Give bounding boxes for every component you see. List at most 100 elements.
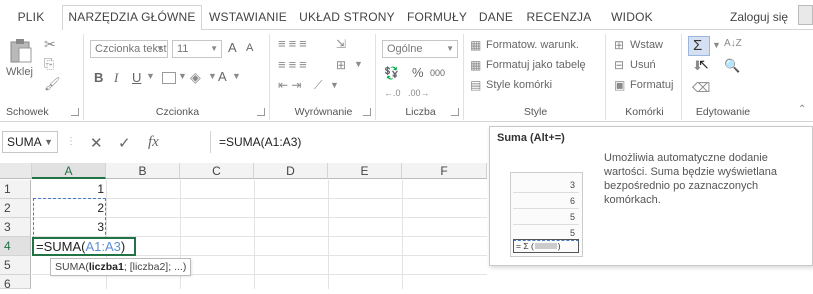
formula-prefix: =SUMA( (36, 239, 86, 254)
number-launcher-icon[interactable] (451, 108, 459, 116)
wrap-text-icon[interactable]: ⇲ (336, 37, 346, 51)
styles-group: ▦ Formatow. warunk. ▦ Formatuj jako tabe… (466, 34, 606, 120)
underline-button[interactable]: U (132, 70, 141, 85)
tab-page-layout[interactable]: UKŁAD STRONY (294, 6, 400, 30)
chevron-down-icon: ▼ (156, 44, 164, 53)
tab-home[interactable]: NARZĘDZIA GŁÓWNE (62, 5, 202, 31)
font-launcher-icon[interactable] (257, 108, 265, 116)
tab-review[interactable]: RECENZJA (522, 6, 596, 30)
row-header-2[interactable]: 2 (0, 199, 31, 218)
number-format-value: Ogólne (387, 43, 423, 55)
row-header-1[interactable]: 1 (0, 180, 31, 199)
format-cells-icon: ▣ (614, 78, 626, 92)
orientation-icon[interactable]: ⟋ (314, 78, 322, 93)
font-name-dropdown[interactable]: Czcionka tekst ▼ (90, 40, 168, 58)
formula-bar-grip-icon: ⋮ (66, 136, 76, 147)
alignment-group-label: Wyrównanie (294, 106, 353, 118)
row-header-6[interactable]: 6 (0, 275, 31, 291)
row-header-3[interactable]: 3 (0, 218, 31, 237)
user-avatar-icon[interactable] (798, 5, 813, 25)
chevron-down-icon[interactable]: ▼ (146, 71, 155, 81)
autosum-button[interactable]: Σ (688, 36, 710, 56)
column-header-d[interactable]: D (254, 163, 328, 179)
shrink-font-button[interactable]: A (246, 42, 253, 54)
vertical-align-icons[interactable]: ≡≡≡ (278, 36, 310, 51)
tooltip-rest-args: ; [liczba2]; ...) (123, 261, 187, 273)
tooltip-current-arg: liczba1 (88, 261, 124, 273)
find-select-icon[interactable]: 🔍 (724, 58, 740, 74)
fill-color-icon[interactable]: ◈ (190, 69, 201, 86)
gridline (254, 180, 255, 289)
chevron-down-icon[interactable]: ▼ (330, 80, 339, 90)
tab-formulas[interactable]: FORMUŁY (404, 6, 470, 30)
italic-button[interactable]: I (114, 70, 118, 86)
enter-button[interactable]: ✓ (118, 134, 131, 152)
sort-filter-icon[interactable]: A↓Z (724, 38, 742, 49)
chevron-down-icon[interactable]: ▼ (712, 40, 721, 50)
tooltip-function-name[interactable]: SUMA( (55, 261, 89, 273)
thousands-button[interactable]: 000 (430, 68, 445, 78)
tab-file[interactable]: PLIK (0, 6, 62, 30)
number-format-dropdown[interactable]: Ogólne ▼ (382, 40, 458, 58)
chevron-down-icon: ▼ (44, 137, 53, 147)
font-size-dropdown[interactable]: 11 ▼ (172, 40, 222, 58)
bold-button[interactable]: B (94, 70, 103, 85)
tab-data[interactable]: DANE (474, 6, 518, 30)
increase-decimal-icon[interactable]: ←.0 (384, 88, 401, 98)
cut-icon[interactable]: ✂ (44, 36, 56, 53)
chevron-down-icon[interactable]: ▼ (354, 59, 363, 69)
sign-in-link[interactable]: Zaloguj się (730, 10, 788, 24)
styles-group-label: Style (523, 106, 548, 118)
table-icon: ▦ (470, 58, 482, 72)
chevron-down-icon[interactable]: ▼ (178, 71, 187, 81)
illustration-cell: 5 (513, 209, 579, 225)
grow-font-button[interactable]: A (228, 40, 237, 55)
format-as-table-label: Formatuj jako tabelę (486, 59, 586, 71)
column-header-f[interactable]: F (402, 163, 487, 179)
column-header-e[interactable]: E (328, 163, 402, 179)
cell-a1[interactable]: 1 (32, 180, 106, 199)
tab-insert[interactable]: WSTAWIANIE (206, 6, 290, 30)
cells-group-label: Komórki (625, 106, 664, 118)
delete-cells-label: Usuń (630, 59, 656, 71)
percent-button[interactable]: % (412, 65, 424, 80)
chevron-down-icon[interactable]: ▼ (232, 71, 241, 81)
chevron-down-icon[interactable]: ▼ (208, 71, 217, 81)
alignment-launcher-icon[interactable] (363, 108, 371, 116)
decrease-decimal-icon[interactable]: .00→ (408, 88, 430, 98)
row-header-5[interactable]: 5 (0, 256, 31, 275)
font-color-icon[interactable]: A (218, 69, 227, 84)
clipboard-launcher-icon[interactable] (71, 108, 79, 116)
formula-input[interactable]: =SUMA(A1:A3) (210, 131, 487, 153)
copy-icon[interactable]: ⎘ (44, 56, 54, 72)
ribbon-tab-bar: PLIK NARZĘDZIA GŁÓWNE WSTAWIANIE UKŁAD S… (0, 0, 813, 31)
format-painter-icon[interactable]: 🖌 (44, 76, 61, 92)
horizontal-align-icons[interactable]: ≡≡≡ (278, 57, 310, 72)
borders-icon[interactable] (162, 72, 176, 84)
chevron-down-icon: ▼ (446, 44, 454, 53)
active-cell-a4[interactable]: =SUMA(A1:A3) (32, 237, 136, 256)
font-group-label: Czcionka (155, 106, 200, 118)
conditional-format-label: Formatow. warunk. (486, 39, 579, 51)
column-header-b[interactable]: B (106, 163, 180, 179)
select-all-corner[interactable] (0, 163, 32, 179)
currency-icon[interactable]: 💱 (384, 66, 399, 80)
merge-cells-icon[interactable]: ⊞ (336, 58, 346, 72)
paste-button[interactable]: Wklej (6, 36, 36, 84)
font-group: Czcionka tekst ▼ 11 ▼ A A B I U ▼ ▼ ◈ ▼ … (86, 34, 270, 120)
function-argument-tooltip: SUMA(liczba1; [liczba2]; ...) (50, 258, 192, 276)
cancel-button[interactable]: ✕ (90, 134, 103, 152)
clear-icon[interactable]: ⌫ (692, 80, 710, 96)
formula-bar: SUMA ▼ ⋮ ✕ ✓ fx =SUMA(A1:A3) (0, 131, 487, 155)
tab-view[interactable]: WIDOK (602, 6, 662, 30)
column-header-c[interactable]: C (180, 163, 254, 179)
collapse-ribbon-icon[interactable]: ⌃ (798, 104, 806, 115)
font-size-value: 11 (177, 43, 189, 55)
indent-icons[interactable]: ⇤ ⇥ (278, 78, 301, 92)
insert-function-button[interactable]: fx (148, 134, 159, 151)
column-header-a[interactable]: A (32, 163, 106, 179)
name-box[interactable]: SUMA ▼ (2, 131, 58, 153)
autosum-illustration: 3 6 5 5 = Σ () (510, 172, 583, 257)
row-header-4[interactable]: 4 (0, 237, 31, 256)
clipboard-icon (10, 39, 32, 63)
